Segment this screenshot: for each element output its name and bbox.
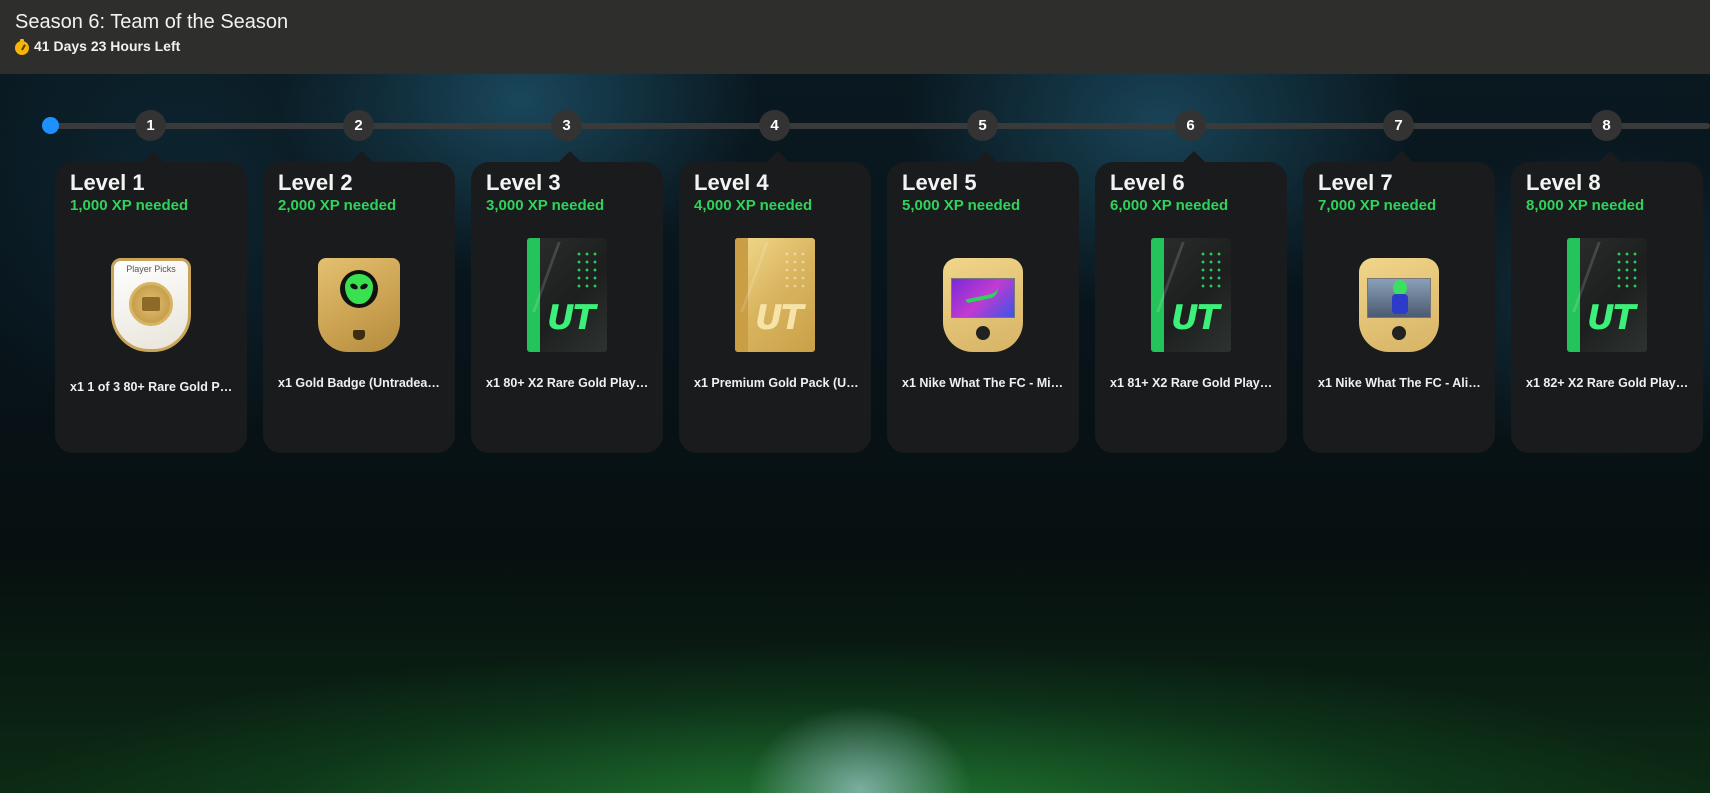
reward-image: Player Picks: [55, 257, 247, 352]
level-title: Level 4: [694, 170, 769, 195]
level-node-8[interactable]: 8: [1591, 110, 1622, 141]
nike-item-icon: [1359, 258, 1439, 352]
xp-needed: 2,000 XP needed: [278, 197, 397, 215]
green-ut-pack-icon: UT: [527, 238, 607, 352]
reward-image: UT: [1511, 238, 1703, 352]
green-ut-pack-icon: UT: [1151, 238, 1231, 352]
level-card-3[interactable]: Level 3 3,000 XP needed UT x1 80+ X2 Rar…: [471, 151, 663, 453]
level-node-7[interactable]: 7: [1383, 110, 1414, 141]
reward-image: [887, 257, 1079, 352]
reward-label: x1 80+ X2 Rare Gold Player...: [486, 376, 651, 390]
level-title: Level 2: [278, 170, 353, 195]
level-card-4[interactable]: Level 4 4,000 XP needed UT x1 Premium Go…: [679, 151, 871, 453]
progress-indicator-dot: [42, 117, 59, 134]
level-card-2[interactable]: Level 2 2,000 XP needed x1 Gold Badge (U…: [263, 151, 455, 453]
reward-image: [1303, 257, 1495, 352]
reward-image: UT: [1095, 238, 1287, 352]
level-card-7[interactable]: Level 7 7,000 XP needed x1 Nike What The…: [1303, 151, 1495, 453]
reward-label: x1 82+ X2 Rare Gold Player...: [1526, 376, 1691, 390]
reward-label: x1 Premium Gold Pack (Un...: [694, 376, 859, 390]
player-picks-icon: Player Picks: [111, 258, 191, 352]
level-title: Level 8: [1526, 170, 1601, 195]
gold-ut-pack-icon: UT: [735, 238, 815, 352]
reward-image: UT: [679, 238, 871, 352]
xp-needed: 4,000 XP needed: [694, 197, 813, 215]
xp-needed: 3,000 XP needed: [486, 197, 605, 215]
time-left-text: 41 Days 23 Hours Left: [34, 38, 181, 54]
progress-track: [50, 123, 1710, 129]
xp-needed: 1,000 XP needed: [70, 197, 189, 215]
nike-item-icon: [943, 258, 1023, 352]
reward-label: x1 Nike What The FC - Miss...: [902, 376, 1067, 390]
level-title: Level 3: [486, 170, 561, 195]
xp-needed: 8,000 XP needed: [1526, 197, 1645, 215]
reward-image: [263, 257, 455, 352]
level-node-1[interactable]: 1: [135, 110, 166, 141]
time-left: 41 Days 23 Hours Left: [15, 38, 1695, 55]
level-node-3[interactable]: 3: [551, 110, 582, 141]
reward-label: x1 Nike What The FC - Alie...: [1318, 376, 1483, 390]
reward-image: UT: [471, 238, 663, 352]
xp-needed: 7,000 XP needed: [1318, 197, 1437, 215]
gold-badge-icon: [318, 258, 400, 352]
level-node-4[interactable]: 4: [759, 110, 790, 141]
stopwatch-icon: [15, 38, 30, 55]
xp-needed: 6,000 XP needed: [1110, 197, 1229, 215]
level-card-8[interactable]: Level 8 8,000 XP needed UT x1 82+ X2 Rar…: [1511, 151, 1703, 453]
level-card-6[interactable]: Level 6 6,000 XP needed UT x1 81+ X2 Rar…: [1095, 151, 1287, 453]
level-card-5[interactable]: Level 5 5,000 XP needed x1 Nike What The…: [887, 151, 1079, 453]
level-card-1[interactable]: Level 1 1,000 XP needed Player Picks x1 …: [55, 151, 247, 453]
xp-needed: 5,000 XP needed: [902, 197, 1021, 215]
level-node-5[interactable]: 5: [967, 110, 998, 141]
level-node-2[interactable]: 2: [343, 110, 374, 141]
season-header: Season 6: Team of the Season 41 Days 23 …: [0, 0, 1710, 74]
season-title: Season 6: Team of the Season: [15, 11, 289, 33]
green-ut-pack-icon: UT: [1567, 238, 1647, 352]
reward-label: x1 Gold Badge (Untradeabl...: [278, 376, 443, 390]
reward-label: x1 1 of 3 80+ Rare Gold Pla...: [70, 380, 235, 394]
reward-label: x1 81+ X2 Rare Gold Player...: [1110, 376, 1275, 390]
level-node-6[interactable]: 6: [1175, 110, 1206, 141]
level-title: Level 6: [1110, 170, 1185, 195]
level-title: Level 7: [1318, 170, 1393, 195]
level-title: Level 1: [70, 170, 145, 195]
level-title: Level 5: [902, 170, 977, 195]
